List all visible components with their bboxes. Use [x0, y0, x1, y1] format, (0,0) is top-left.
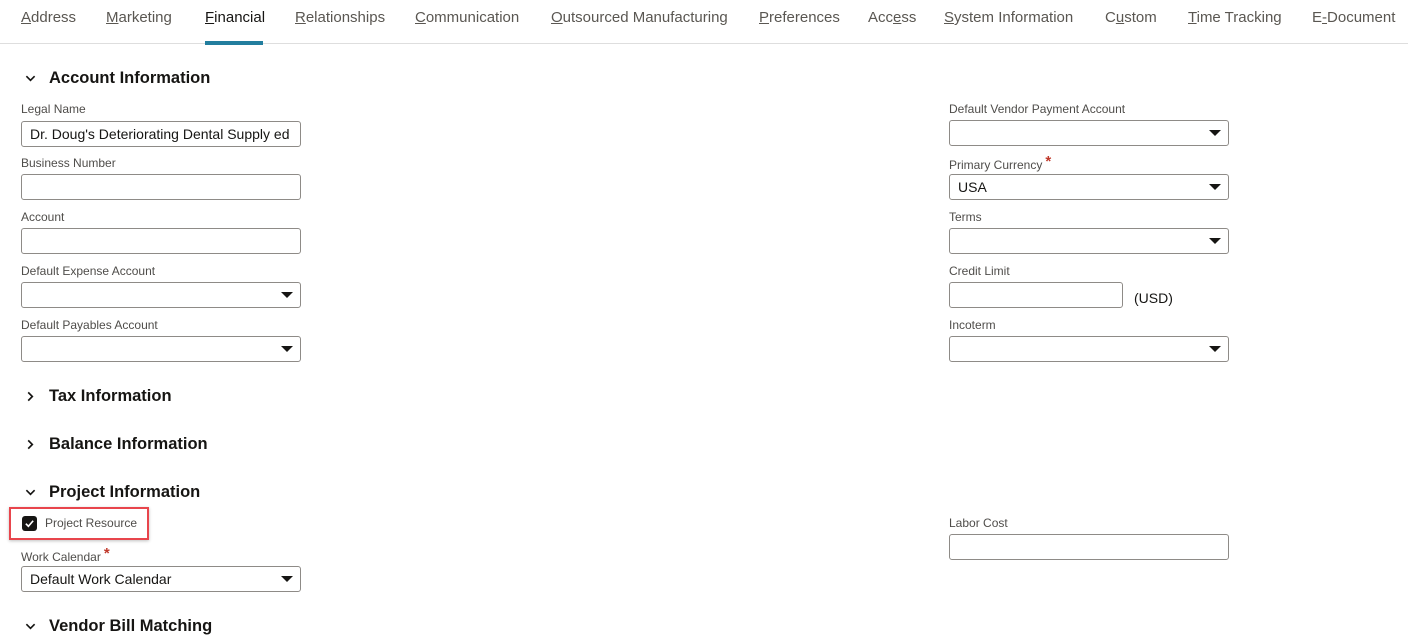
primary-currency-label: Primary Currency *	[949, 153, 1052, 172]
default-expense-account-select[interactable]	[21, 282, 301, 308]
labor-cost-input[interactable]	[949, 534, 1229, 560]
section-title: Account Information	[49, 68, 211, 87]
credit-limit-label: Credit Limit	[949, 264, 1010, 278]
tab-communication[interactable]: Communication	[415, 9, 519, 44]
business-number-input[interactable]	[21, 174, 301, 200]
work-calendar-label: Work Calendar *	[21, 545, 110, 564]
incoterm-select[interactable]	[949, 336, 1229, 362]
project-resource-label[interactable]: Project Resource	[45, 516, 137, 530]
work-calendar-select[interactable]: Default Work Calendar	[21, 566, 301, 592]
tab-custom[interactable]: Custom	[1105, 9, 1157, 44]
tab-financial[interactable]: Financial	[205, 9, 265, 45]
section-project-information[interactable]: Project Information	[22, 481, 200, 503]
tab-time-tracking[interactable]: Time Tracking	[1188, 9, 1282, 44]
caret-down-icon	[281, 576, 293, 582]
work-calendar-value: Default Work Calendar	[30, 571, 172, 587]
section-title: Balance Information	[49, 434, 208, 453]
caret-down-icon	[1209, 130, 1221, 136]
section-title: Vendor Bill Matching	[49, 616, 213, 635]
chevron-down-icon	[22, 70, 38, 86]
primary-currency-value: USA	[958, 179, 987, 195]
tab-address[interactable]: Address	[21, 9, 76, 44]
chevron-down-icon	[22, 618, 38, 634]
section-tax-information[interactable]: Tax Information	[22, 385, 172, 407]
caret-down-icon	[281, 346, 293, 352]
account-input[interactable]	[21, 228, 301, 254]
checkmark-icon	[25, 520, 34, 528]
legal-name-label: Legal Name	[21, 102, 86, 116]
primary-currency-select[interactable]: USA	[949, 174, 1229, 200]
credit-limit-input[interactable]	[949, 282, 1123, 308]
caret-down-icon	[1209, 184, 1221, 190]
incoterm-label: Incoterm	[949, 318, 996, 332]
legal-name-input[interactable]: Dr. Doug's Deteriorating Dental Supply e…	[21, 121, 301, 147]
account-label: Account	[21, 210, 65, 224]
credit-limit-currency: (USD)	[1134, 290, 1173, 306]
tab-relationships[interactable]: Relationships	[295, 9, 385, 44]
required-icon: *	[1045, 153, 1052, 170]
section-account-information[interactable]: Account Information	[22, 67, 210, 89]
chevron-right-icon	[22, 436, 38, 452]
default-expense-account-label: Default Expense Account	[21, 264, 156, 278]
tab-e-document[interactable]: E-Document	[1312, 9, 1395, 44]
default-payables-account-label: Default Payables Account	[21, 318, 158, 332]
default-payables-account-select[interactable]	[21, 336, 301, 362]
chevron-down-icon	[22, 484, 38, 500]
default-vendor-payment-account-label: Default Vendor Payment Account	[949, 102, 1126, 116]
tab-marketing[interactable]: Marketing	[106, 9, 172, 44]
caret-down-icon	[1209, 238, 1221, 244]
caret-down-icon	[1209, 346, 1221, 352]
labor-cost-label: Labor Cost	[949, 516, 1008, 530]
default-vendor-payment-account-select[interactable]	[949, 120, 1229, 146]
terms-label: Terms	[949, 210, 982, 224]
tab-preferences[interactable]: Preferences	[759, 9, 840, 44]
section-title: Tax Information	[49, 386, 172, 405]
tab-outsourced-manufacturing[interactable]: Outsourced Manufacturing	[551, 9, 728, 44]
tab-system-information[interactable]: System Information	[944, 9, 1073, 44]
business-number-label: Business Number	[21, 156, 116, 170]
section-vendor-bill-matching[interactable]: Vendor Bill Matching	[22, 615, 212, 637]
terms-select[interactable]	[949, 228, 1229, 254]
project-resource-checkbox[interactable]	[22, 516, 37, 531]
tab-bar: Address Marketing Financial Relationship…	[0, 0, 1408, 45]
tab-access[interactable]: Access	[868, 9, 916, 44]
required-icon: *	[103, 545, 110, 562]
section-balance-information[interactable]: Balance Information	[22, 433, 208, 455]
caret-down-icon	[281, 292, 293, 298]
section-title: Project Information	[49, 482, 201, 501]
chevron-right-icon	[22, 388, 38, 404]
